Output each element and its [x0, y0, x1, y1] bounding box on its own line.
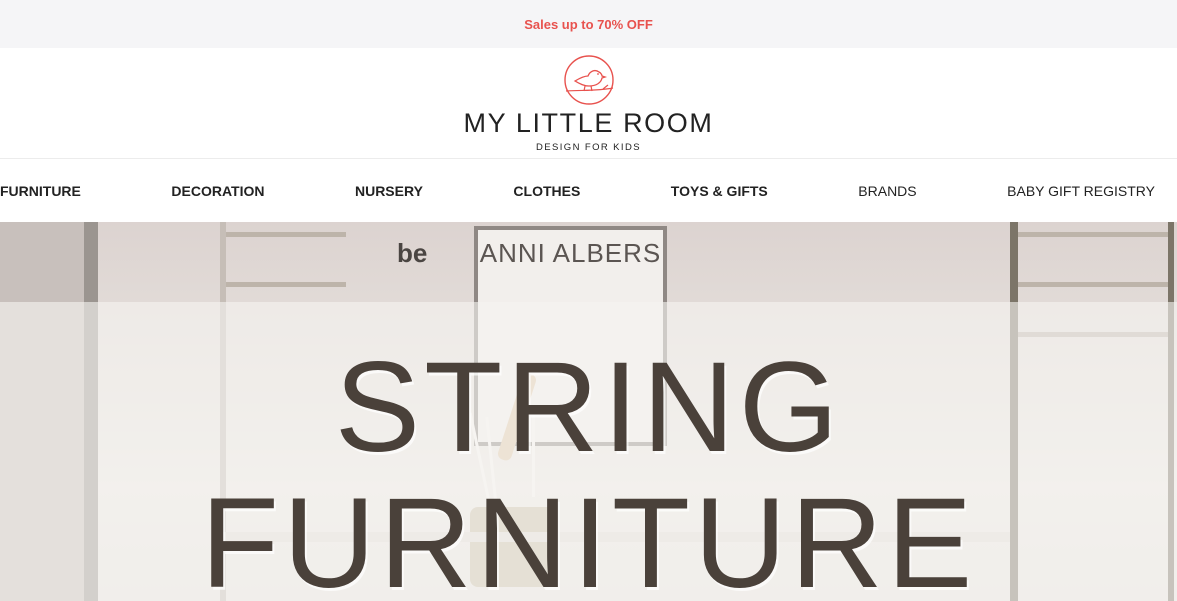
- hero-wall-text: be: [397, 238, 428, 268]
- main-nav: FURNITURE DECORATION NURSERY CLOTHES TOY…: [0, 159, 1177, 222]
- hero-shelf-rail: [226, 232, 346, 237]
- nav-item-clothes[interactable]: CLOTHES: [513, 183, 580, 199]
- nav-item-decoration[interactable]: DECORATION: [171, 183, 264, 199]
- nav-item-brands[interactable]: BRANDS: [858, 183, 916, 199]
- hero-shelf-rail: [1018, 282, 1168, 287]
- nav-item-baby-gift-registry[interactable]: BABY GIFT REGISTRY: [1007, 183, 1155, 199]
- hero-headline-line-2: FURNITURE: [200, 472, 977, 601]
- hero-shelf-rail: [226, 282, 346, 287]
- nav-item-toys-gifts[interactable]: TOYS & GIFTS: [671, 183, 768, 199]
- brand-name: MY LITTLE ROOM: [463, 108, 714, 138]
- hero-headline-line-1: STRING: [334, 336, 843, 479]
- nav-item-nursery[interactable]: NURSERY: [355, 183, 423, 199]
- brand-tagline: DESIGN FOR KIDS: [536, 142, 641, 153]
- promo-text[interactable]: Sales up to 70% OFF: [524, 17, 653, 32]
- hero-banner[interactable]: be ANNI ALBERS STRING FURNITURE: [0, 222, 1177, 601]
- site-header: MY LITTLE ROOM DESIGN FOR KIDS: [0, 48, 1177, 159]
- hero-poster-text: ANNI ALBERS: [479, 238, 662, 268]
- hero-shelf-rail: [1018, 232, 1168, 237]
- site-logo[interactable]: MY LITTLE ROOM DESIGN FOR KIDS: [0, 54, 1177, 153]
- promo-bar: Sales up to 70% OFF: [0, 0, 1177, 48]
- nav-item-furniture[interactable]: FURNITURE: [0, 183, 81, 199]
- bird-logo-icon: [563, 55, 614, 105]
